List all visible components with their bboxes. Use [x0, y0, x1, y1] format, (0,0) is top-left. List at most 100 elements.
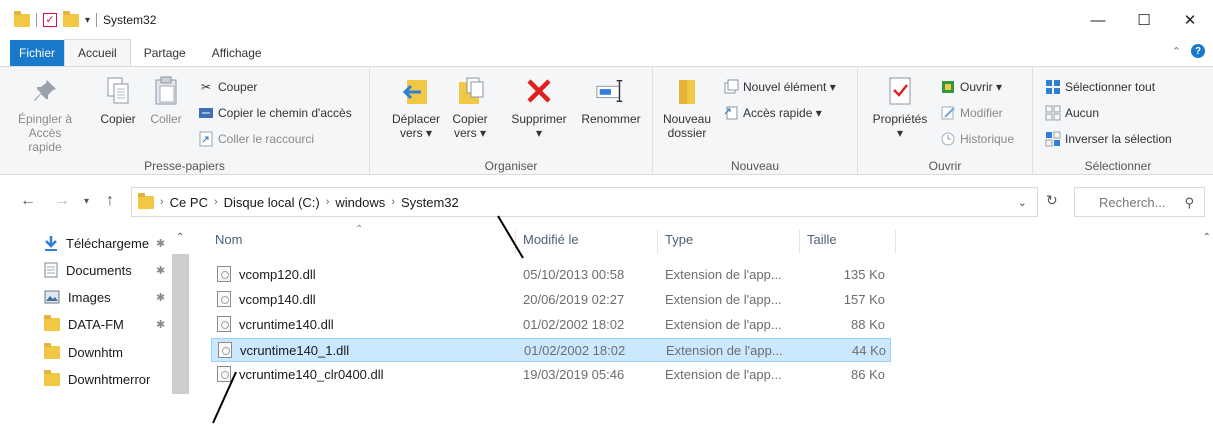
nav-item-downhtmerror[interactable]: Downhtmerror — [44, 366, 184, 392]
copy-path-button[interactable]: Copier le chemin d'accès — [198, 105, 352, 121]
select-none-label: Aucun — [1065, 106, 1100, 120]
dll-file-icon — [217, 266, 231, 282]
pin-icon[interactable]: ✱ — [156, 237, 165, 250]
quick-access-button[interactable]: Accès rapide ▾ — [723, 105, 822, 121]
move-to-button[interactable]: Déplacer vers ▾ — [388, 75, 444, 140]
new-item-icon — [723, 79, 739, 95]
tab-affichage[interactable]: Affichage — [199, 40, 275, 66]
quick-access-toolbar: ✓ ▾ — [0, 10, 98, 27]
pin-icon[interactable]: ✱ — [156, 291, 165, 304]
tab-accueil[interactable]: Accueil — [64, 39, 131, 66]
new-folder-button[interactable]: Nouveau dossier — [659, 75, 715, 140]
select-all-button[interactable]: Sélectionner tout — [1045, 79, 1155, 95]
move-to-label-line2: vers ▾ — [399, 126, 433, 140]
rename-button[interactable]: Renommer — [576, 75, 646, 126]
chevron-right-icon[interactable]: › — [160, 196, 164, 208]
move-to-label-line1: Déplacer — [391, 112, 441, 126]
nav-item-images[interactable]: Images ✱ — [44, 284, 184, 310]
new-folder-icon[interactable] — [63, 10, 79, 27]
breadcrumb-ce-pc[interactable]: Ce PC — [170, 195, 208, 210]
chevron-right-icon[interactable]: › — [391, 196, 395, 208]
column-header-name[interactable]: Nom — [215, 232, 242, 256]
group-label-presse-papiers: Presse-papiers — [144, 159, 225, 173]
recent-locations-chevron-icon[interactable]: ▾ — [84, 196, 89, 207]
folder-icon — [44, 314, 60, 331]
nav-item-label: DATA-FM — [68, 316, 124, 332]
scissors-icon: ✂ — [200, 80, 212, 94]
table-row[interactable]: vcomp120.dll 05/10/2013 00:58 Extension … — [211, 263, 891, 287]
column-header-type[interactable]: Type — [665, 232, 693, 256]
new-item-button[interactable]: Nouvel élément ▾ — [723, 79, 836, 95]
paste-button[interactable]: Coller — [144, 75, 188, 126]
properties-button[interactable]: Propriétés ▾ — [868, 75, 932, 140]
column-divider[interactable] — [799, 230, 800, 254]
search-box[interactable]: Recherch... ⚲ — [1074, 187, 1205, 217]
nav-item-label: Images — [68, 289, 111, 305]
group-ouvrir: Propriétés ▾ Ouvrir ▾ Modifier Historiqu… — [858, 67, 1033, 175]
properties-check-icon[interactable]: ✓ — [43, 13, 57, 27]
nav-item-documents[interactable]: Documents ✱ — [44, 257, 184, 283]
table-row[interactable]: vcruntime140_clr0400.dll 19/03/2019 05:4… — [211, 363, 891, 387]
breadcrumb-windows[interactable]: windows — [335, 195, 385, 210]
pin-icon[interactable]: ✱ — [156, 318, 165, 331]
chevron-right-icon[interactable]: › — [326, 196, 330, 208]
cut-button[interactable]: ✂ Couper — [198, 79, 257, 95]
address-dropdown-icon[interactable]: ⌄ — [1018, 196, 1027, 209]
column-header-date[interactable]: Modifié le — [523, 232, 579, 256]
column-divider[interactable] — [895, 230, 896, 254]
nav-item-downhtm[interactable]: Downhtm — [44, 339, 184, 365]
table-row[interactable]: vcomp140.dll 20/06/2019 02:27 Extension … — [211, 288, 891, 312]
copy-to-button[interactable]: Copier vers ▾ — [446, 75, 494, 140]
nav-pane-scrollbar-thumb[interactable] — [172, 254, 189, 394]
column-divider[interactable] — [657, 230, 658, 254]
customize-quick-access-dropdown[interactable]: ▾ — [85, 15, 90, 26]
nav-item-telechargements[interactable]: Téléchargeme ✱ — [44, 230, 184, 256]
file-name: vcruntime140_1.dll — [240, 343, 350, 358]
column-divider[interactable] — [515, 230, 516, 254]
delete-button[interactable]: Supprimer ▾ — [506, 75, 572, 140]
pin-icon[interactable]: ✱ — [156, 264, 165, 277]
file-name: vcomp140.dll — [239, 292, 316, 307]
folder-icon — [14, 10, 30, 27]
forward-arrow-icon[interactable]: → — [54, 192, 70, 210]
properties-dropdown[interactable]: ▾ — [897, 126, 903, 140]
history-icon — [940, 131, 956, 147]
group-presse-papiers: Épingler à Accès rapide Copier Coller ✂ … — [0, 67, 370, 175]
scroll-up-icon[interactable]: ⌃ — [176, 232, 184, 243]
table-row[interactable]: vcruntime140.dll 01/02/2002 18:02 Extens… — [211, 313, 891, 337]
maximize-button[interactable]: ☐ — [1121, 0, 1167, 40]
delete-dropdown[interactable]: ▾ — [536, 126, 542, 140]
chevron-right-icon[interactable]: › — [214, 196, 218, 208]
refresh-icon[interactable]: ↻ — [1046, 192, 1058, 209]
tab-fichier[interactable]: Fichier — [10, 40, 65, 66]
copy-path-icon — [198, 105, 214, 121]
close-button[interactable]: ✕ — [1167, 0, 1213, 40]
breadcrumb-disque-local[interactable]: Disque local (C:) — [224, 195, 320, 210]
tab-partage[interactable]: Partage — [131, 40, 199, 66]
back-arrow-icon[interactable]: ← — [20, 192, 36, 210]
address-row: ← → ▾ ↑ › Ce PC › Disque local (C:) › wi… — [0, 182, 1213, 222]
address-bar[interactable]: › Ce PC › Disque local (C:) › windows › … — [131, 187, 1038, 217]
copy-button[interactable]: Copier — [96, 75, 140, 126]
up-arrow-icon[interactable]: ↑ — [106, 192, 114, 210]
history-button[interactable]: Historique — [940, 131, 1014, 147]
collapse-ribbon-icon[interactable]: ⌃ — [1172, 45, 1181, 58]
file-date: 01/02/2002 18:02 — [524, 343, 626, 358]
breadcrumb-system32[interactable]: System32 — [401, 195, 459, 210]
help-icon[interactable]: ? — [1191, 44, 1205, 58]
modify-icon — [940, 105, 956, 121]
table-row-selected[interactable]: vcruntime140_1.dll 01/02/2002 18:02 Exte… — [211, 338, 891, 362]
ribbon-tabs: Fichier Accueil Partage Affichage ⌃ ? — [0, 39, 1213, 67]
nav-item-data-fm[interactable]: DATA-FM ✱ — [44, 311, 184, 337]
window-title: System32 — [103, 13, 157, 27]
column-header-size[interactable]: Taille — [807, 232, 837, 256]
pin-quick-access-button[interactable]: Épingler à Accès rapide — [14, 75, 76, 154]
minimize-button[interactable]: — — [1075, 0, 1121, 40]
paste-shortcut-button[interactable]: Coller le raccourci — [198, 131, 314, 147]
invert-selection-button[interactable]: Inverser la sélection — [1045, 131, 1172, 147]
open-button[interactable]: Ouvrir ▾ — [940, 79, 1002, 95]
select-none-button[interactable]: Aucun — [1045, 105, 1099, 121]
modify-button[interactable]: Modifier — [940, 105, 1003, 121]
navigation-pane: Téléchargeme ✱ Documents ✱ Images ✱ DATA… — [0, 226, 190, 426]
scroll-up-icon[interactable]: ⌃ — [1203, 232, 1211, 243]
